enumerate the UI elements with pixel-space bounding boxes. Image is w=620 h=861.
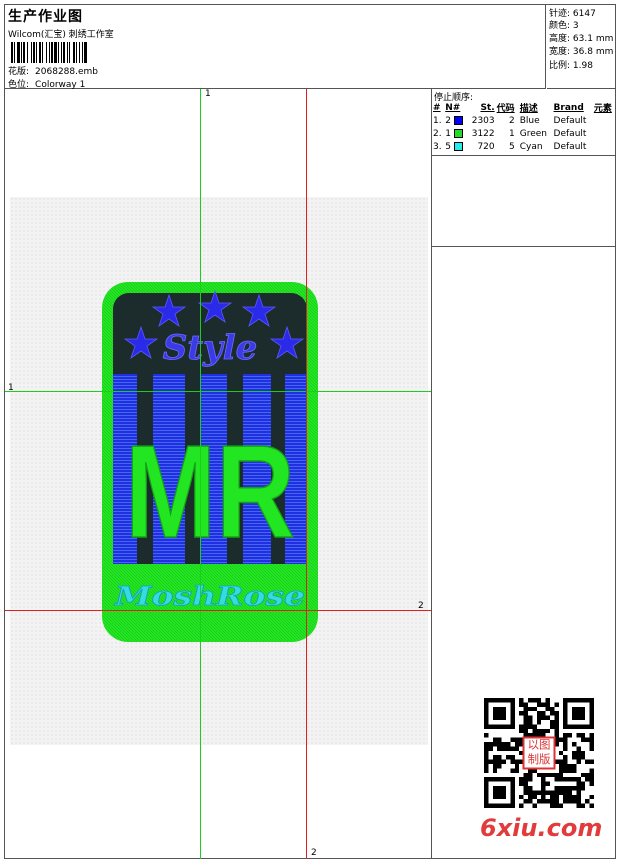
row-stitches: 3122 (471, 128, 495, 139)
row-needle: 2 (444, 114, 467, 127)
row-element (593, 127, 616, 140)
row-description: Cyan (519, 141, 543, 152)
embroidery-design: Style MR MoshRose (99, 279, 321, 650)
design-canvas: Style MR MoshRose 1 1 2 2 (5, 89, 431, 859)
row-description: Green (519, 128, 548, 139)
row-brand: Default (553, 115, 587, 126)
col-stitches: St. (480, 102, 495, 113)
embroidery-preview: Style MR MoshRose (102, 282, 318, 642)
design-file-label: 花版: (8, 67, 30, 77)
watermark: 6xiu.com (480, 814, 603, 842)
stat-scale: 比例: 1.98 (549, 61, 593, 71)
stat-colors: 颜色: 3 (549, 21, 579, 31)
qr-seal-text: 以图 (528, 738, 551, 752)
axis-label-top: 1 (205, 89, 211, 99)
color-swatch (453, 115, 463, 125)
axis-label-bottom: 2 (311, 848, 317, 858)
row-element (593, 140, 616, 153)
page-title: 生产作业图 (8, 9, 83, 25)
header: 生产作业图 Wilcom(汇宝) 刺绣工作室 花版: 2068288.emb 色位… (5, 5, 546, 90)
table-row: 2. 1 3122 1 Green Default (432, 127, 616, 140)
stat-width: 宽度: 36.8 mm (549, 47, 614, 57)
row-index: 2. (433, 128, 442, 139)
col-index: # (433, 102, 441, 113)
table-header-row: # N# St. 代码 描述 Brand 元素 (432, 101, 616, 115)
color-swatch (453, 141, 463, 151)
design-file-value: 2068288.emb (35, 67, 99, 77)
barcode (11, 42, 147, 63)
row-index: 1. (433, 115, 442, 126)
color-swatch (453, 128, 463, 138)
table-row: 3. 5 720 5 Cyan Default (432, 140, 616, 153)
stats-panel: 针迹: 6147 颜色: 3 高度: 63.1 mm 宽度: 36.8 mm 比… (547, 5, 615, 89)
qr-code: 以图制版 (484, 698, 594, 808)
row-brand: Default (553, 141, 587, 152)
barcode-bar (87, 42, 88, 63)
qr-finder (492, 786, 506, 800)
style-text: Style (163, 328, 258, 368)
initials-text: MR (125, 418, 295, 565)
row-stitches: 2303 (471, 115, 495, 126)
row-stitches: 720 (477, 141, 495, 152)
row-code: 1 (509, 128, 515, 139)
divider (432, 246, 616, 247)
row-code: 5 (509, 141, 515, 152)
red-vertical-guide (306, 89, 307, 859)
col-code: 代码 (496, 104, 515, 114)
qr-finder (492, 706, 506, 720)
row-needle: 5 (444, 140, 467, 153)
row-description: Blue (519, 115, 540, 126)
software-name: Wilcom(汇宝) 刺绣工作室 (8, 30, 114, 40)
axis-label-right: 2 (418, 601, 424, 611)
col-element: 元素 (593, 104, 612, 114)
qr-finder (572, 706, 586, 720)
row-brand: Default (553, 128, 587, 139)
row-element (593, 114, 616, 127)
stop-sequence-table: # N# St. 代码 描述 Brand 元素 1. 2 2303 2 Blue… (432, 101, 616, 153)
col-description: 描述 (519, 104, 538, 114)
script-text: MoshRose (114, 582, 305, 612)
axis-label-left: 1 (8, 383, 14, 393)
divider (432, 155, 616, 156)
col-brand: Brand (553, 102, 584, 113)
row-needle: 1 (444, 127, 467, 140)
stat-height: 高度: 63.1 mm (549, 34, 614, 44)
green-vertical-guide (200, 89, 201, 859)
row-code: 2 (509, 115, 515, 126)
row-index: 3. (433, 141, 442, 152)
table-row: 1. 2 2303 2 Blue Default (432, 114, 616, 127)
red-horizontal-guide (5, 610, 431, 611)
green-horizontal-guide (5, 391, 431, 392)
qr-seal-text: 制版 (528, 752, 551, 766)
design-file-line: 花版: 2068288.emb (8, 64, 98, 77)
col-needle: N# (445, 102, 461, 113)
